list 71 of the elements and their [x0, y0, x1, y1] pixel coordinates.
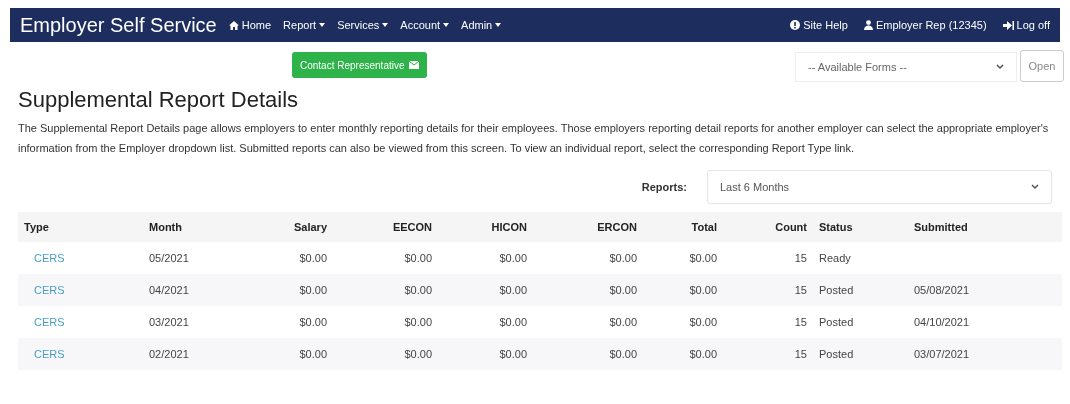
table-cell: 15 — [794, 347, 807, 360]
table-cell: $0.00 — [299, 347, 327, 360]
column-header: Count — [775, 220, 807, 233]
logoff-link[interactable]: Log off — [1002, 16, 1050, 34]
table-cell: $0.00 — [404, 283, 432, 296]
table-cell: Posted — [819, 347, 854, 360]
table-cell: $0.00 — [404, 315, 432, 328]
nav-menu[interactable]: Services — [337, 16, 389, 34]
table-cell: 04/10/2021 — [914, 315, 970, 328]
column-header: ERCON — [597, 220, 637, 233]
caret-icon — [495, 23, 502, 27]
table-cell: Ready — [819, 251, 851, 264]
open-button[interactable]: Open — [1020, 50, 1064, 82]
envelope-icon — [408, 61, 419, 69]
table-cell: $0.00 — [689, 251, 717, 264]
table-cell: $0.00 — [499, 283, 527, 296]
column-header: EECON — [392, 220, 432, 233]
column-header: Submitted — [914, 220, 968, 233]
table-cell: $0.00 — [609, 251, 637, 264]
table-cell: 03/07/2021 — [914, 347, 970, 360]
nav-menu[interactable]: Admin — [461, 16, 502, 34]
table-cell: $0.00 — [299, 283, 327, 296]
table-cell: $0.00 — [689, 315, 717, 328]
table-cell: $0.00 — [404, 347, 432, 360]
column-header: Total — [691, 220, 717, 233]
table-cell: 05/08/2021 — [914, 283, 970, 296]
column-header: Type — [24, 220, 49, 233]
description-text: The Supplemental Report Details page allows employers to enter monthly reporting details for their employees. Those employers reporting detail reports for another employer can select the appropriate employer's information from the Employer dropdown list. Submitted reports can also be viewed from this screen. To view an individual report, select the corresponding Report Type link. — [18, 121, 1050, 156]
user-icon — [863, 20, 873, 30]
brand-title[interactable]: Employer Self Service — [20, 10, 217, 40]
nav-menu[interactable]: Report — [283, 16, 326, 34]
chevron-down-icon — [996, 64, 1004, 70]
caret-icon — [319, 23, 326, 27]
caret-icon — [382, 23, 389, 27]
column-header: Month — [149, 220, 182, 233]
help-icon — [790, 20, 801, 30]
table-cell: Posted — [819, 283, 854, 296]
table-cell: 02/2021 — [149, 347, 189, 360]
table-cell: Posted — [819, 315, 854, 328]
table-cell: $0.00 — [299, 315, 327, 328]
page-title: Supplemental Report Details — [18, 86, 300, 114]
table-cell: 15 — [794, 283, 807, 296]
nav-menu[interactable]: Account — [400, 16, 450, 34]
help-link[interactable]: Site Help — [790, 16, 848, 34]
table-cell: $0.00 — [689, 347, 717, 360]
table-cell: $0.00 — [499, 347, 527, 360]
table-cell: $0.00 — [609, 347, 637, 360]
chevron-down-icon — [1031, 184, 1039, 190]
table-cell: 05/2021 — [149, 251, 189, 264]
table-cell: $0.00 — [404, 251, 432, 264]
table-cell: $0.00 — [609, 315, 637, 328]
sign-out-icon — [1002, 20, 1014, 30]
table-cell: $0.00 — [299, 251, 327, 264]
home-icon — [228, 20, 239, 30]
table-cell: $0.00 — [689, 283, 717, 296]
column-header: HICON — [491, 220, 527, 233]
column-header: Status — [819, 220, 853, 233]
caret-icon — [443, 23, 450, 27]
forms-select[interactable]: -- Available Forms -- — [795, 52, 1017, 82]
table-cell: $0.00 — [499, 315, 527, 328]
table-cell: 04/2021 — [149, 283, 189, 296]
reports-select[interactable]: Last 6 Months — [707, 170, 1052, 204]
table-cell: 15 — [794, 251, 807, 264]
column-header: Salary — [293, 220, 327, 233]
user-menu[interactable]: Employer Rep (12345) — [863, 16, 987, 34]
nav-link[interactable]: Home — [228, 16, 272, 34]
table-cell: $0.00 — [609, 283, 637, 296]
reports-label: Reports: — [641, 179, 687, 195]
table-cell: 15 — [794, 315, 807, 328]
table-cell: $0.00 — [499, 251, 527, 264]
table-cell: 03/2021 — [149, 315, 189, 328]
